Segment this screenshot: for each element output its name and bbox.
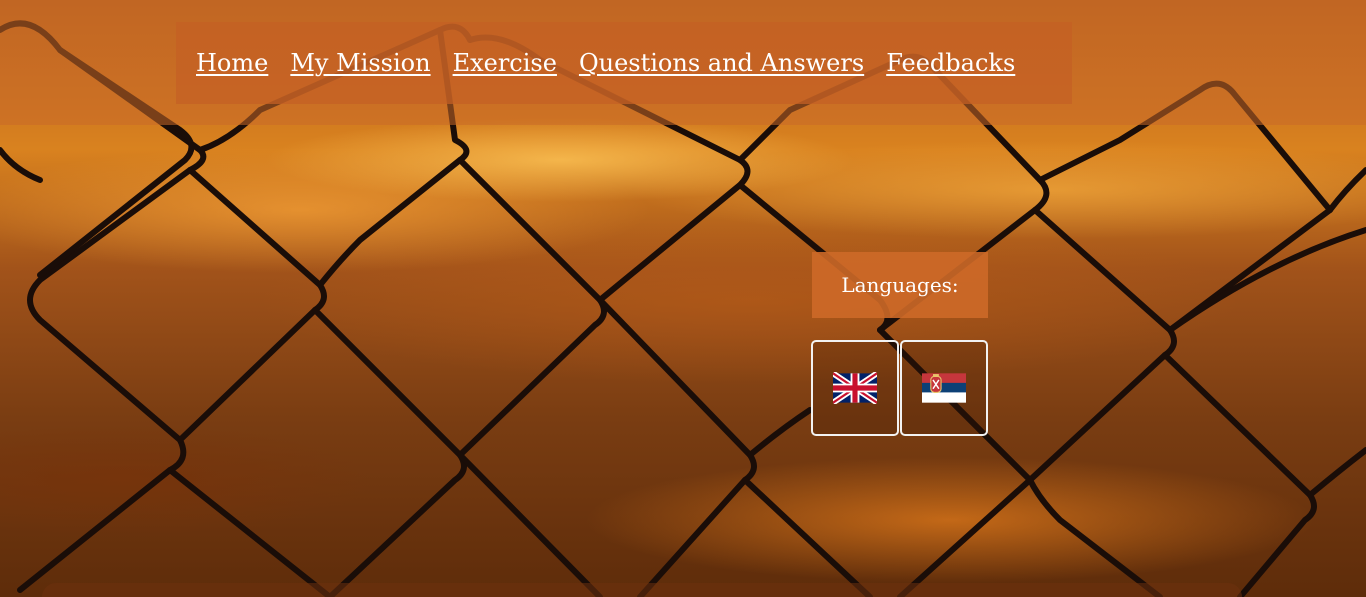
nav-link-questions-and-answers[interactable]: Questions and Answers	[579, 49, 864, 77]
content-panel-top-edge	[42, 583, 1242, 597]
english-language-button[interactable]	[811, 340, 899, 436]
main-navigation: Home My Mission Exercise Questions and A…	[176, 22, 1072, 104]
serbian-language-button[interactable]	[900, 340, 988, 436]
nav-link-exercise[interactable]: Exercise	[453, 49, 557, 77]
uk-flag-icon	[833, 372, 877, 404]
nav-link-my-mission[interactable]: My Mission	[290, 49, 430, 77]
nav-link-feedbacks[interactable]: Feedbacks	[886, 49, 1015, 77]
nav-link-home[interactable]: Home	[196, 49, 268, 77]
serbia-flag-icon	[922, 373, 966, 403]
languages-label: Languages:	[812, 252, 988, 318]
